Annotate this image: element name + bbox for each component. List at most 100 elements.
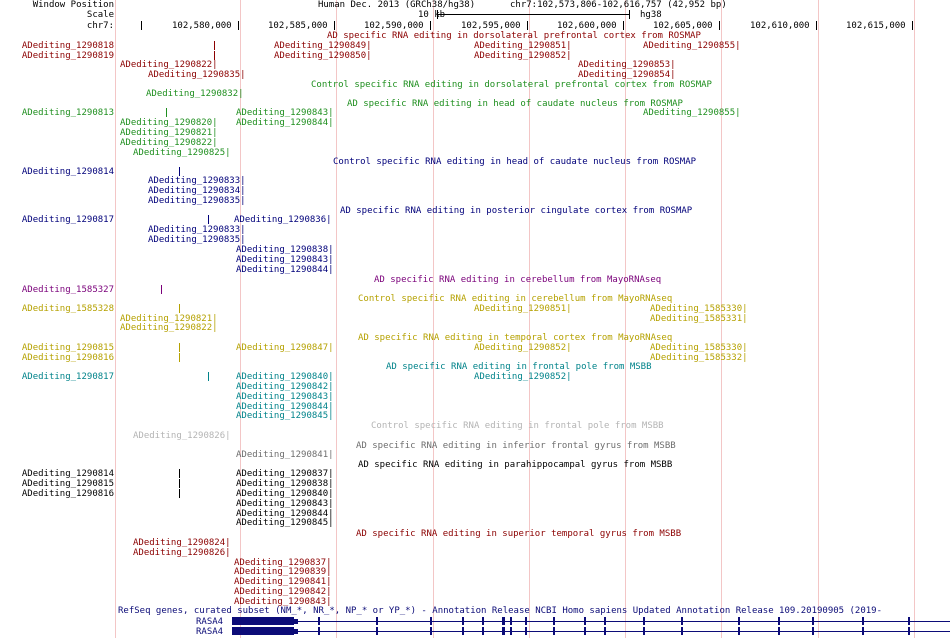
gene-exon[interactable] xyxy=(318,627,320,635)
side-label[interactable]: ADediting_1290813 xyxy=(0,108,114,118)
feature-label[interactable]: ADediting_1290836| xyxy=(234,215,332,225)
gene-exon[interactable] xyxy=(908,617,910,625)
feature-label[interactable]: ADediting_1290842| xyxy=(236,382,334,392)
gene-exon[interactable] xyxy=(294,619,298,624)
gene-exon[interactable] xyxy=(376,617,378,625)
gene-exon[interactable] xyxy=(232,627,294,635)
feature-label[interactable]: ADediting_1585330| xyxy=(650,304,748,314)
gene-exon[interactable] xyxy=(681,617,683,625)
feature-label[interactable]: ADediting_1290843| xyxy=(236,255,334,265)
gene-exon[interactable] xyxy=(812,617,814,625)
gene-exon[interactable] xyxy=(862,627,864,635)
gene-exon[interactable] xyxy=(482,627,484,635)
feature-label[interactable]: ADediting_1290826| xyxy=(133,548,231,558)
gene-exon[interactable] xyxy=(232,617,294,625)
side-label[interactable]: ADediting_1290817 xyxy=(0,372,114,382)
feature-mark[interactable] xyxy=(179,167,180,176)
track-title[interactable]: AD specific RNA editing in inferior fron… xyxy=(356,441,676,451)
gene-intron-line[interactable] xyxy=(232,621,950,622)
feature-label[interactable]: ADediting_1290843| xyxy=(236,499,334,509)
gene-exon[interactable] xyxy=(430,627,432,635)
gene-label[interactable]: RASA4 xyxy=(196,627,223,637)
feature-label[interactable]: ADediting_1290843| xyxy=(236,108,334,118)
feature-label[interactable]: ADediting_1290842| xyxy=(234,587,332,597)
feature-mark[interactable] xyxy=(179,353,180,362)
side-label[interactable]: ADediting_1290818 xyxy=(0,41,114,51)
gene-exon[interactable] xyxy=(294,629,298,634)
track-title[interactable]: AD specific RNA editing in head of cauda… xyxy=(347,99,683,109)
gene-exon[interactable] xyxy=(584,627,586,635)
feature-label[interactable]: ADediting_1290835| xyxy=(148,70,246,80)
feature-mark[interactable] xyxy=(208,215,209,224)
feature-label[interactable]: ADediting_1290845| xyxy=(236,518,334,528)
feature-label[interactable]: ADediting_1290840| xyxy=(236,489,334,499)
side-label[interactable]: ADediting_1290816 xyxy=(0,353,114,363)
gene-exon[interactable] xyxy=(462,617,464,625)
track-title[interactable]: AD specific RNA editing in temporal cort… xyxy=(358,333,672,343)
track-title[interactable]: Control specific RNA editing in cerebell… xyxy=(358,294,672,304)
feature-mark[interactable] xyxy=(208,372,209,381)
feature-label[interactable]: ADediting_1290841| xyxy=(234,577,332,587)
feature-label[interactable]: ADediting_1290838| xyxy=(236,479,334,489)
feature-label[interactable]: ADediting_1290851| xyxy=(474,41,572,51)
side-label[interactable]: ADediting_1585327 xyxy=(0,285,114,295)
gene-exon[interactable] xyxy=(525,617,527,625)
feature-label[interactable]: ADediting_1290839| xyxy=(234,567,332,577)
gene-label[interactable]: RASA4 xyxy=(196,617,223,627)
gene-exon[interactable] xyxy=(643,627,645,635)
feature-label[interactable]: ADediting_1585331| xyxy=(650,314,748,324)
feature-mark[interactable] xyxy=(214,41,215,50)
track-title[interactable]: AD specific RNA editing in cerebellum fr… xyxy=(374,275,661,285)
feature-label[interactable]: ADediting_1290822| xyxy=(120,138,218,148)
feature-label[interactable]: ADediting_1290832| xyxy=(146,89,244,99)
feature-label[interactable]: ADediting_1290837| xyxy=(236,469,334,479)
side-label[interactable]: ADediting_1290819 xyxy=(0,51,114,61)
gene-exon[interactable] xyxy=(584,617,586,625)
feature-label[interactable]: ADediting_1290849| xyxy=(274,41,372,51)
feature-label[interactable]: ADediting_1290843| xyxy=(236,392,334,402)
feature-label[interactable]: ADediting_1290834| xyxy=(148,186,246,196)
track-title[interactable]: AD specific RNA editing in superior temp… xyxy=(356,529,681,539)
gene-exon[interactable] xyxy=(482,617,484,625)
gene-exon[interactable] xyxy=(738,627,740,635)
gene-exon[interactable] xyxy=(430,617,432,625)
feature-label[interactable]: ADediting_1290854| xyxy=(578,70,676,80)
gene-exon[interactable] xyxy=(604,617,606,625)
gene-exon[interactable] xyxy=(778,617,780,625)
gene-exon[interactable] xyxy=(502,627,505,635)
feature-label[interactable]: ADediting_1290853| xyxy=(578,60,676,70)
track-title[interactable]: AD specific RNA editing in parahippocamp… xyxy=(358,460,672,470)
feature-mark[interactable] xyxy=(161,285,162,294)
gene-exon[interactable] xyxy=(318,617,320,625)
gene-exon[interactable] xyxy=(462,627,464,635)
gene-exon[interactable] xyxy=(510,627,512,635)
gene-exon[interactable] xyxy=(510,617,512,625)
feature-label[interactable]: ADediting_1290822| xyxy=(120,60,218,70)
feature-label[interactable]: ADediting_1585330| xyxy=(650,343,748,353)
gene-exon[interactable] xyxy=(376,627,378,635)
feature-label[interactable]: ADediting_1290826| xyxy=(133,431,231,441)
side-label[interactable]: ADediting_1290815 xyxy=(0,479,114,489)
feature-label[interactable]: ADediting_1290855| xyxy=(643,108,741,118)
side-label[interactable]: ADediting_1290814 xyxy=(0,167,114,177)
side-label[interactable]: ADediting_1290814 xyxy=(0,469,114,479)
feature-label[interactable]: ADediting_1290825| xyxy=(133,148,231,158)
gene-exon[interactable] xyxy=(502,617,505,625)
gene-exon[interactable] xyxy=(862,617,864,625)
side-label[interactable]: ADediting_1290816 xyxy=(0,489,114,499)
feature-label[interactable]: ADediting_1290847| xyxy=(236,343,334,353)
feature-mark[interactable] xyxy=(179,479,180,488)
side-label[interactable]: ADediting_1290817 xyxy=(0,215,114,225)
feature-label[interactable]: ADediting_1290838| xyxy=(236,245,334,255)
gene-exon[interactable] xyxy=(812,627,814,635)
track-title[interactable]: Control specific RNA editing in head of … xyxy=(333,157,696,167)
feature-mark[interactable] xyxy=(179,489,180,498)
feature-label[interactable]: ADediting_1290851| xyxy=(474,304,572,314)
feature-label[interactable]: ADediting_1290821| xyxy=(120,128,218,138)
gene-exon[interactable] xyxy=(643,617,645,625)
feature-label[interactable]: ADediting_1290840| xyxy=(236,372,334,382)
feature-label[interactable]: ADediting_1290835| xyxy=(148,235,246,245)
feature-label[interactable]: ADediting_1290822| xyxy=(120,323,218,333)
side-label[interactable]: ADediting_1290815 xyxy=(0,343,114,353)
feature-mark[interactable] xyxy=(214,51,215,60)
